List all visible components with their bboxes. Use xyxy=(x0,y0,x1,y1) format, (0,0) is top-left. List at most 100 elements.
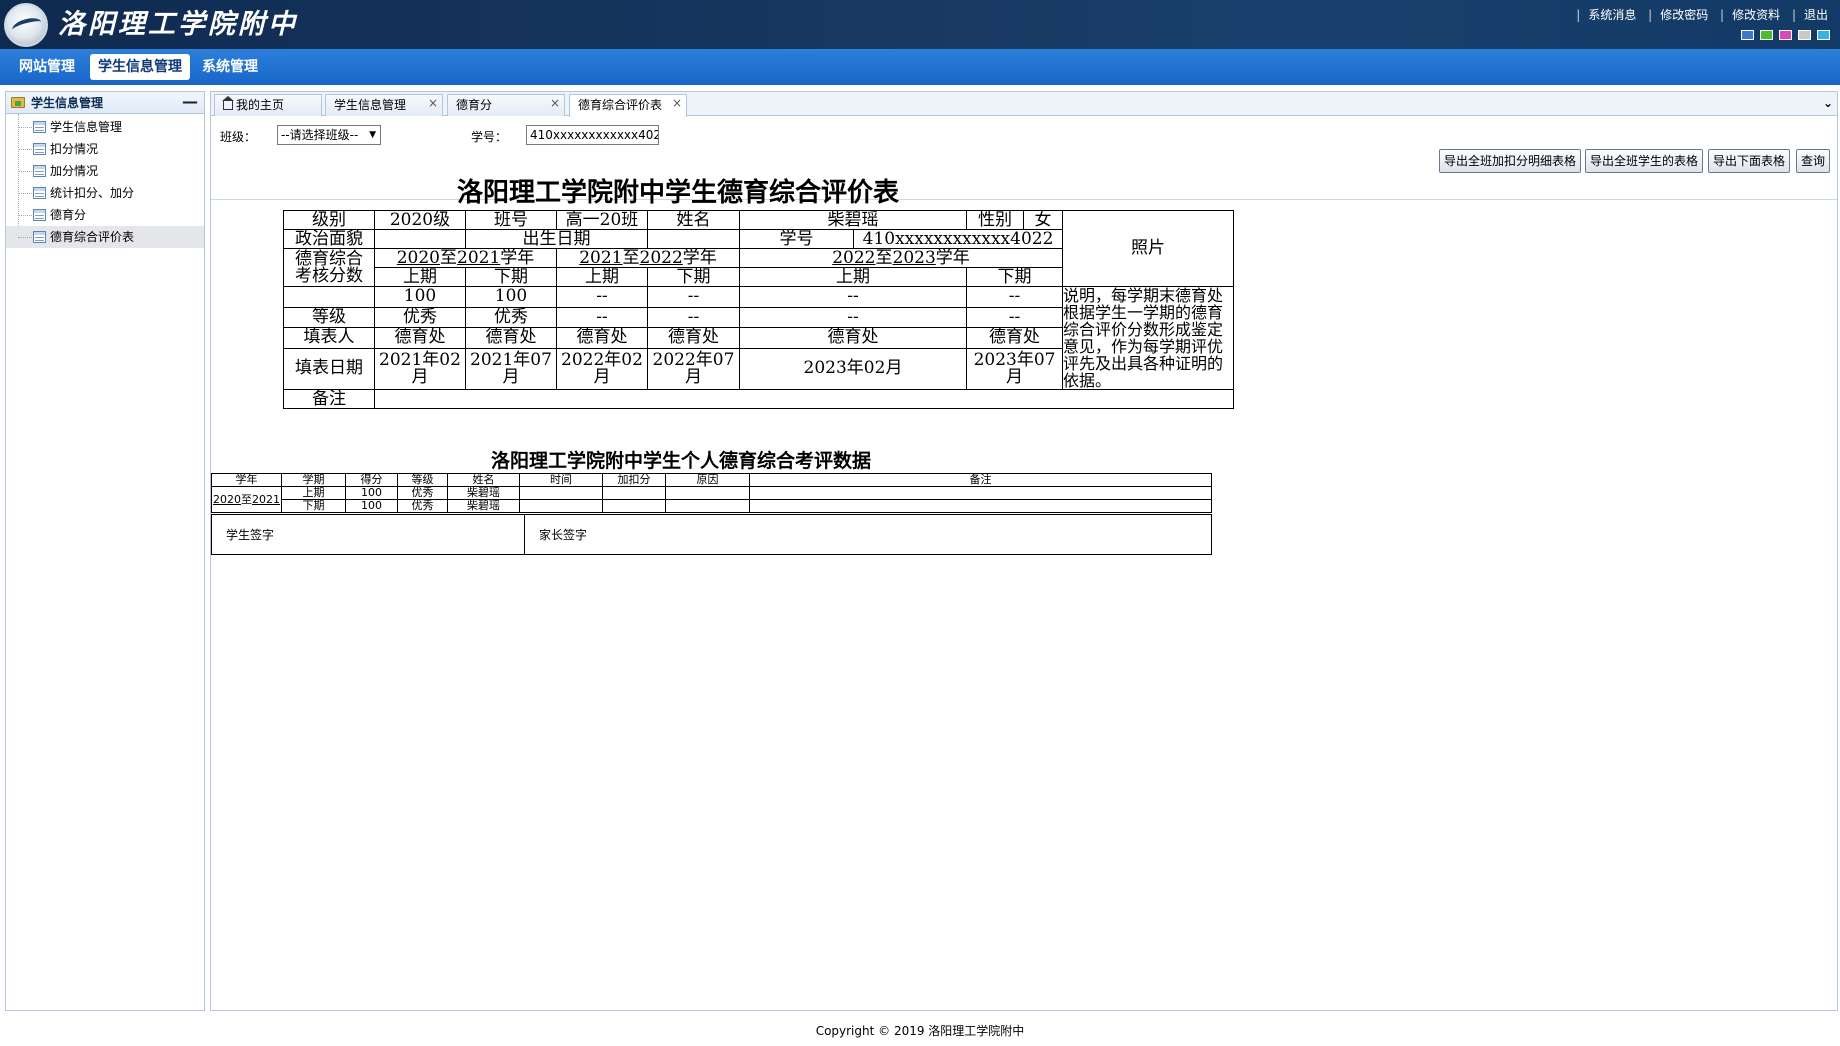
table-icon xyxy=(33,165,46,177)
student-signature: 学生签字 xyxy=(211,514,525,555)
class-label: 班号 xyxy=(465,210,557,230)
detail-grade: 优秀 xyxy=(397,486,448,500)
photo-cell: 照片 xyxy=(1062,210,1235,287)
fill-date-label: 填表日期 xyxy=(283,347,375,391)
close-icon[interactable]: × xyxy=(550,93,560,113)
export-class-details-button[interactable]: 导出全班加扣分明细表格 xyxy=(1439,149,1582,173)
theme-swatch-cyan[interactable] xyxy=(1817,30,1830,40)
nav-student-info[interactable]: 学生信息管理 xyxy=(90,54,190,80)
theme-swatch-green[interactable] xyxy=(1760,30,1773,40)
filler-cell: 德育处 xyxy=(556,327,648,349)
detail-term: 下期 xyxy=(281,499,346,513)
term-cell: 下期 xyxy=(647,267,740,287)
score-cell: -- xyxy=(556,286,648,308)
grade-cell: -- xyxy=(647,306,740,329)
top-links: | 系统消息 | 修改密码 | 修改资料 | 退出 xyxy=(1576,8,1828,22)
class-select[interactable]: --请选择班级-- ▼ xyxy=(277,125,381,145)
table-icon xyxy=(33,121,46,133)
tab-menu-icon[interactable]: ⌄ xyxy=(1823,96,1833,110)
theme-swatch-blue[interactable] xyxy=(1741,30,1754,40)
filler-label: 填表人 xyxy=(283,327,375,349)
link-system-messages[interactable]: 系统消息 xyxy=(1588,8,1636,22)
level-label: 级别 xyxy=(283,210,375,230)
term-cell: 上期 xyxy=(556,267,648,287)
link-change-password[interactable]: 修改密码 xyxy=(1660,8,1708,22)
gender-value: 女 xyxy=(1023,210,1064,230)
term-cell: 上期 xyxy=(374,267,466,287)
grade-cell: 优秀 xyxy=(465,306,557,329)
header-name: 姓名 xyxy=(447,473,520,487)
evaluation-title: 洛阳理工学院附中学生德育综合评价表 xyxy=(457,178,900,208)
year-2022-2023: 2022至2023学年 xyxy=(738,248,1064,268)
close-icon[interactable]: × xyxy=(428,93,438,113)
theme-swatch-pink[interactable] xyxy=(1779,30,1792,40)
export-below-table-button[interactable]: 导出下面表格 xyxy=(1708,149,1791,173)
detail-remark xyxy=(749,486,1212,500)
header-remark: 备注 xyxy=(749,473,1212,487)
grade-cell: -- xyxy=(738,306,968,329)
political-value xyxy=(374,229,466,249)
table-icon xyxy=(33,187,46,199)
nav-system-management[interactable]: 系统管理 xyxy=(194,54,266,80)
tab-evaluation-form[interactable]: 德育综合评价表 × xyxy=(569,94,687,117)
class-value: 高一20班 xyxy=(556,210,648,230)
dropdown-arrow-icon: ▼ xyxy=(369,130,376,140)
filler-cell: 德育处 xyxy=(647,327,740,349)
date-cell: 2021年02月 xyxy=(374,347,466,391)
score-cell: -- xyxy=(647,286,740,308)
grade-cell: -- xyxy=(556,306,648,329)
export-class-students-button[interactable]: 导出全班学生的表格 xyxy=(1585,149,1704,173)
student-id-label: 学号： xyxy=(471,130,508,144)
filler-cell: 德育处 xyxy=(738,327,968,349)
sidebar-item-deductions[interactable]: 扣分情况 xyxy=(6,138,204,160)
tab-home[interactable]: 我的主页 xyxy=(214,94,322,116)
detail-name: 柴碧瑶 xyxy=(447,499,520,513)
table-icon xyxy=(33,231,46,243)
logo-text: 洛阳理工学院附中 xyxy=(58,9,298,40)
query-button[interactable]: 查询 xyxy=(1796,149,1831,173)
close-icon[interactable]: × xyxy=(672,93,682,113)
theme-swatch-gray[interactable] xyxy=(1798,30,1811,40)
header-time: 时间 xyxy=(519,473,603,487)
sidebar-item-statistics[interactable]: 统计扣分、加分 xyxy=(6,182,204,204)
filler-cell: 德育处 xyxy=(966,327,1064,349)
note-cell: 说明，每学期末德育处根据学生一学期的德育综合评价分数形成鉴定意见，作为每学期评优… xyxy=(1062,286,1235,390)
detail-reason xyxy=(665,486,750,500)
sidebar-item-evaluation-form[interactable]: 德育综合评价表 xyxy=(6,226,204,248)
detail-name: 柴碧瑶 xyxy=(447,486,520,500)
tab-student-info[interactable]: 学生信息管理 × xyxy=(325,94,443,116)
score-cell: -- xyxy=(738,286,968,308)
sidebar-item-moral-score[interactable]: 德育分 xyxy=(6,204,204,226)
detail-score: 100 xyxy=(345,486,398,500)
filler-cell: 德育处 xyxy=(465,327,557,349)
link-edit-profile[interactable]: 修改资料 xyxy=(1732,8,1780,22)
home-icon xyxy=(222,96,234,110)
detail-score: 100 xyxy=(345,499,398,513)
student-id-value: 410xxxxxxxxxxxx4022 xyxy=(852,229,1064,249)
theme-swatches xyxy=(1741,30,1830,40)
tab-moral-score[interactable]: 德育分 × xyxy=(447,94,565,116)
level-value: 2020级 xyxy=(374,210,466,230)
class-label: 班级： xyxy=(220,130,257,144)
link-logout[interactable]: 退出 xyxy=(1804,8,1828,22)
main-content: 我的主页 学生信息管理 × 德育分 × 德育综合评价表 × ⌄ 班级： --请选择班级… xyxy=(210,91,1838,1011)
collapse-icon[interactable]: — xyxy=(182,93,198,111)
date-cell: 2022年07月 xyxy=(647,347,740,391)
date-cell: 2022年02月 xyxy=(556,347,648,391)
header-points: 加扣分 xyxy=(602,473,666,487)
detail-time xyxy=(519,499,603,513)
name-value: 柴碧瑶 xyxy=(738,210,968,230)
header-grade: 等级 xyxy=(397,473,448,487)
remark-label: 备注 xyxy=(283,389,375,409)
detail-reason xyxy=(665,499,750,513)
nav-site-management[interactable]: 网站管理 xyxy=(11,54,83,80)
year-2021-2022: 2021至2022学年 xyxy=(556,248,740,268)
sidebar-item-bonus[interactable]: 加分情况 xyxy=(6,160,204,182)
table-icon xyxy=(33,209,46,221)
term-cell: 下期 xyxy=(966,267,1064,287)
grade-label: 等级 xyxy=(283,306,375,329)
score-cell: 100 xyxy=(465,286,557,308)
sidebar-item-student-info[interactable]: 学生信息管理 xyxy=(6,116,204,138)
parent-signature: 家长签字 xyxy=(524,514,1212,555)
student-id-input[interactable]: 410xxxxxxxxxxxx4022 xyxy=(526,125,659,145)
